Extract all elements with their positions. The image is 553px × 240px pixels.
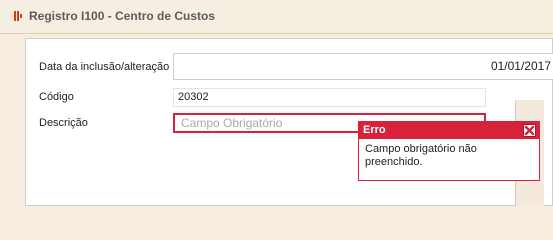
date-label: Data da inclusão/alteração [39,61,170,73]
error-tooltip: Erro Campo obrigatório não preenchido. [358,121,540,181]
code-input[interactable]: 20302 [173,88,486,107]
close-icon[interactable] [523,124,536,137]
code-label: Código [39,91,74,103]
window-titlebar: Registro I100 - Centro de Custos [0,0,553,34]
error-header: Erro [359,122,539,139]
error-title: Erro [363,124,386,136]
window-title: Registro I100 - Centro de Custos [29,9,216,23]
date-input[interactable]: 01/01/2017 [173,53,553,80]
bars-icon [14,11,22,21]
description-label: Descrição [39,117,88,129]
error-message: Campo obrigatório não preenchido. [365,143,477,168]
